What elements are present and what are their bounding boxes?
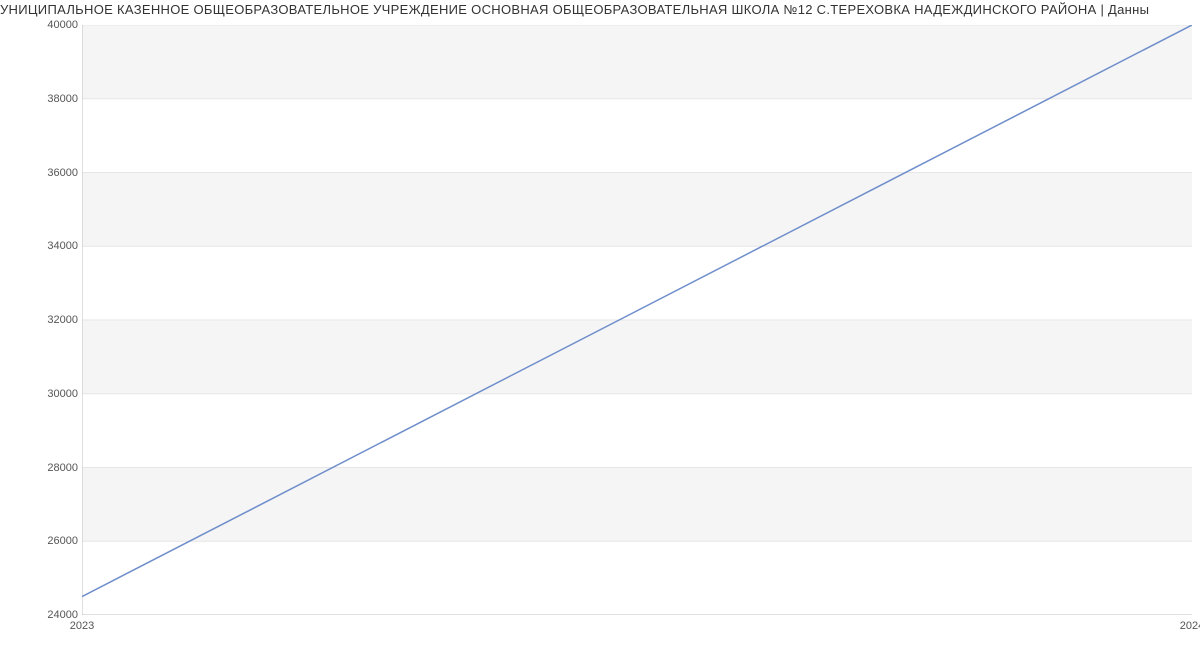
grid-bands bbox=[82, 25, 1192, 541]
y-tick-label: 26000 bbox=[18, 535, 78, 547]
chart-container: УНИЦИПАЛЬНОЕ КАЗЕННОЕ ОБЩЕОБРАЗОВАТЕЛЬНО… bbox=[0, 0, 1200, 650]
x-tick-label: 2024 bbox=[1180, 620, 1200, 632]
y-tick-label: 38000 bbox=[18, 93, 78, 105]
y-tick-label: 40000 bbox=[18, 19, 78, 31]
y-tick-label: 34000 bbox=[18, 240, 78, 252]
chart-title: УНИЦИПАЛЬНОЕ КАЗЕННОЕ ОБЩЕОБРАЗОВАТЕЛЬНО… bbox=[0, 2, 1200, 17]
y-tick-label: 30000 bbox=[18, 388, 78, 400]
y-tick-label: 28000 bbox=[18, 462, 78, 474]
y-tick-label: 36000 bbox=[18, 167, 78, 179]
plot-area bbox=[82, 25, 1192, 615]
x-tick-label: 2023 bbox=[70, 620, 94, 632]
y-tick-label: 32000 bbox=[18, 314, 78, 326]
chart-svg bbox=[82, 25, 1192, 615]
